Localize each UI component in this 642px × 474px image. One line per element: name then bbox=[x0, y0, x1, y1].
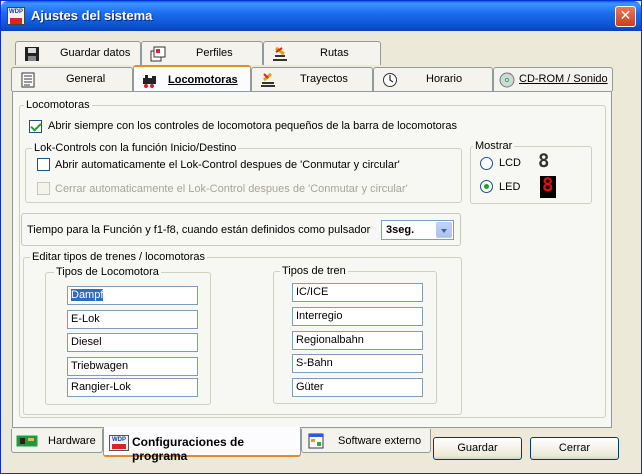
tab-label: Configuraciones de programa bbox=[132, 435, 245, 463]
tab-software-externo[interactable]: Software externo bbox=[301, 429, 431, 453]
locomotive-icon bbox=[143, 75, 156, 88]
loco-types-legend: Tipos de Locomotora bbox=[54, 266, 161, 278]
train-type-field[interactable]: Regionalbahn bbox=[292, 331, 423, 350]
track-icon bbox=[261, 72, 275, 87]
loco-type-field[interactable]: E-Lok bbox=[67, 310, 198, 329]
software-icon bbox=[308, 433, 324, 449]
tab-label: Horario bbox=[426, 73, 463, 85]
function-time-label: Tiempo para la Función y f1-f8, cuando e… bbox=[27, 224, 371, 236]
tab-label: Guardar datos bbox=[60, 47, 131, 59]
train-type-field[interactable]: IC/ICE bbox=[292, 283, 423, 302]
open-small-controls-checkbox[interactable] bbox=[29, 120, 42, 133]
auto-open-lok-control-label: Abrir automaticamente el Lok-Control des… bbox=[55, 159, 400, 171]
tab-label: Trayectos bbox=[300, 73, 348, 85]
loco-type-field[interactable]: Triebwagen bbox=[67, 357, 198, 376]
dropdown-arrow-icon[interactable] bbox=[436, 222, 452, 238]
tab-trayectos[interactable]: Trayectos bbox=[251, 67, 373, 91]
cd-icon bbox=[499, 72, 515, 88]
tab-label: Rutas bbox=[320, 47, 349, 59]
wdp-app-icon: WDP bbox=[7, 7, 25, 25]
close-button[interactable]: Cerrar bbox=[530, 437, 619, 460]
train-types-inner-legend: Tipos de tren bbox=[280, 265, 348, 277]
led-digit-preview: 8 bbox=[542, 174, 554, 196]
tab-horario[interactable]: Horario bbox=[373, 67, 493, 91]
clock-icon bbox=[383, 73, 397, 87]
mostrar-legend: Mostrar bbox=[473, 140, 515, 152]
tab-locomotoras[interactable]: Locomotoras bbox=[133, 65, 251, 92]
loco-type-field[interactable]: Diesel bbox=[67, 333, 198, 352]
tab-label: General bbox=[66, 73, 106, 85]
save-button[interactable]: Guardar bbox=[433, 437, 522, 460]
tab-label: Hardware bbox=[48, 435, 96, 447]
tab-label: CD-ROM / Sonido bbox=[519, 73, 608, 85]
auto-open-lok-control-checkbox[interactable] bbox=[37, 158, 50, 171]
train-type-field[interactable]: Interregio bbox=[292, 307, 423, 326]
floppy-icon bbox=[25, 47, 39, 61]
lcd-radio[interactable] bbox=[480, 157, 493, 170]
profiles-icon bbox=[150, 46, 166, 62]
system-settings-window: WDP Ajustes del sistema ✕ Guardar datos … bbox=[0, 0, 642, 474]
led-radio[interactable] bbox=[480, 180, 493, 193]
lok-controls-legend: Lok-Controls con la función Inicio/Desti… bbox=[32, 142, 239, 154]
loco-type-value: Dampf bbox=[71, 289, 104, 301]
train-type-field[interactable]: Güter bbox=[292, 378, 423, 397]
hardware-icon bbox=[16, 435, 38, 447]
locomotoras-panel: Locomotoras Abrir siempre con los contro… bbox=[12, 91, 612, 428]
function-time-value: 3seg. bbox=[386, 224, 415, 236]
tab-cdrom-sonido[interactable]: CD-ROM / Sonido bbox=[493, 67, 613, 91]
tab-general[interactable]: General bbox=[11, 67, 133, 91]
locomotoras-legend: Locomotoras bbox=[24, 99, 92, 111]
title-bar[interactable]: WDP Ajustes del sistema ✕ bbox=[1, 1, 641, 31]
auto-close-lok-control-label: Cerrar automaticamente el Lok-Control de… bbox=[55, 183, 408, 195]
tab-rutas[interactable]: Rutas bbox=[263, 41, 381, 65]
mostrar-group: Mostrar bbox=[470, 140, 592, 204]
tab-label: Software externo bbox=[338, 435, 422, 447]
tab-perfiles[interactable]: Perfiles bbox=[141, 41, 263, 65]
close-window-button[interactable]: ✕ bbox=[615, 6, 636, 27]
function-time-select[interactable]: 3seg. bbox=[381, 220, 454, 240]
lcd-label: LCD bbox=[499, 157, 522, 169]
wdp-icon: WDP bbox=[109, 435, 129, 451]
lcd-digit-preview: 8 bbox=[538, 150, 550, 172]
window-title: Ajustes del sistema bbox=[31, 8, 153, 23]
led-label: LED bbox=[499, 181, 521, 193]
tab-label: Locomotoras bbox=[168, 74, 238, 86]
open-small-controls-label: Abrir siempre con los controles de locom… bbox=[48, 120, 458, 132]
tab-guardar-datos[interactable]: Guardar datos bbox=[15, 41, 141, 65]
tab-label: Perfiles bbox=[196, 47, 233, 59]
auto-close-lok-control-checkbox bbox=[37, 182, 50, 195]
loco-type-field[interactable]: Rangier-Lok bbox=[67, 378, 198, 397]
train-types-legend: Editar tipos de trenes / locomotoras bbox=[30, 251, 208, 263]
loco-type-field[interactable]: Dampf bbox=[67, 286, 198, 305]
train-type-field[interactable]: S-Bahn bbox=[292, 354, 423, 373]
routes-icon bbox=[273, 46, 287, 61]
document-icon bbox=[21, 72, 35, 88]
tab-hardware[interactable]: Hardware bbox=[11, 429, 103, 453]
tab-configuraciones-programa[interactable]: WDP Configuraciones de programa bbox=[103, 427, 301, 463]
